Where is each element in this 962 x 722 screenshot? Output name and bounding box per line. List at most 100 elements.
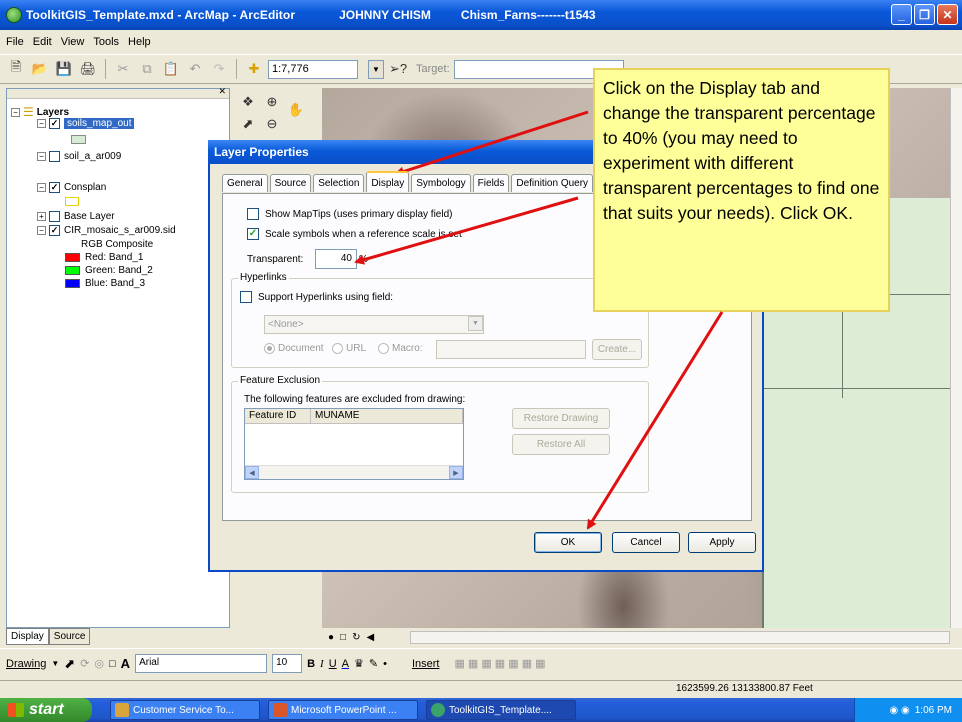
select-pointer-icon[interactable]: ⬈ [238,114,258,134]
tab-definition-query[interactable]: Definition Query [511,174,594,192]
zoom-out-icon[interactable]: ⊖ [262,114,282,134]
minimize-button[interactable]: _ [891,4,912,25]
whats-this-help-icon[interactable]: ➢? [388,59,408,79]
menu-help[interactable]: Help [128,36,151,48]
task-arcmap[interactable]: ToolkitGIS_Template.... [426,700,576,720]
scale-symbols-checkbox[interactable]: ✓ Scale symbols when a reference scale is… [247,228,462,240]
ok-button[interactable]: OK [534,532,602,553]
tab-source[interactable]: Source [269,174,312,192]
title-bar: ToolkitGIS_Template.mxd - ArcMap - ArcEd… [0,0,962,30]
arcmap-icon [431,703,445,717]
tab-display[interactable]: Display [366,171,410,192]
macro-input[interactable] [436,340,586,359]
data-view-icon[interactable]: ● [328,632,334,643]
toc-layer-soil-a[interactable]: − soil_a_ar009 [37,151,121,162]
show-maptips-checkbox[interactable]: Show MapTips (uses primary display field… [247,208,452,220]
transparent-unit: % [359,254,368,265]
menu-tools[interactable]: Tools [93,36,119,48]
marker-color-icon[interactable]: • [383,658,387,670]
map-horizontal-scrollbar[interactable] [410,631,950,644]
toc-layer-soils-map-out[interactable]: − ✓ soils_map_out [37,118,135,129]
pan-icon[interactable]: ✋ [286,100,306,120]
create-button[interactable]: Create... [592,339,642,360]
powerpoint-icon [273,703,287,717]
select-elements-icon[interactable]: ⬈ [64,656,75,672]
tab-selection[interactable]: Selection [313,174,365,192]
hyperlink-field-dropdown-icon[interactable]: ▼ [468,316,483,331]
hyperlink-field-select[interactable]: <None> [264,315,484,334]
radio-document[interactable]: Document [264,343,324,354]
font-select[interactable]: Arial [135,654,268,673]
toc-tab-source[interactable]: Source [48,628,91,645]
font-color-icon[interactable]: A [342,658,349,670]
start-button[interactable]: start [0,698,92,722]
map-vertical-scrollbar[interactable] [950,88,962,628]
font-size-select[interactable]: 10 [272,654,303,673]
toc-layer-cir-mosaic[interactable]: − ✓ CIR_mosaic_s_ar009.sid [37,225,176,236]
rotate-icon[interactable]: ⟳ [80,657,89,670]
menu-edit[interactable]: Edit [33,36,52,48]
rectangle-icon[interactable]: □ [109,658,116,670]
apply-button[interactable]: Apply [688,532,756,553]
toc-layer-base-layer[interactable]: + Base Layer [37,211,115,222]
save-icon[interactable]: 💾 [54,59,74,79]
italic-icon[interactable]: I [320,658,324,670]
map-tools-icon[interactable]: ▦ ▦ ▦ ▦ ▦ ▦ ▦ [454,657,545,670]
layout-view-icon[interactable]: □ [340,632,346,643]
col-muname[interactable]: MUNAME [311,409,463,423]
drawing-menu[interactable]: Drawing [6,658,46,670]
close-button[interactable]: ✕ [937,4,958,25]
scale-dropdown-icon[interactable]: ▼ [368,59,384,79]
bold-icon[interactable]: B [307,658,315,670]
toc-close-icon[interactable]: ✕ [218,86,226,97]
menu-file[interactable]: File [6,36,24,48]
support-hyperlinks-checkbox[interactable]: Support Hyperlinks using field: [240,291,393,303]
transparent-input[interactable]: 40 [315,249,357,269]
add-data-icon[interactable]: ✚ [244,59,264,79]
tray-icons[interactable]: ◉ ◉ [890,705,910,716]
scroll-right-arrow-icon[interactable]: ▶ [449,466,463,479]
col-feature-id[interactable]: Feature ID [245,409,311,423]
tab-symbology[interactable]: Symbology [411,174,471,192]
exclusion-text: The following features are excluded from… [244,394,466,405]
redo-icon[interactable]: ↷ [209,59,229,79]
new-document-icon[interactable]: 🗎 [6,59,26,79]
cut-icon[interactable]: ✂ [113,59,133,79]
new-text-icon[interactable]: A [121,656,130,671]
print-icon[interactable]: 🖨 [78,59,98,79]
tab-fields[interactable]: Fields [472,174,510,192]
scroll-left-icon[interactable]: ◀ [366,632,374,643]
fill-color-icon[interactable]: ♛ [354,657,364,670]
insert-menu[interactable]: Insert [412,658,440,670]
open-folder-icon[interactable]: 📂 [30,59,50,79]
underline-icon[interactable]: U [329,658,337,670]
tab-general[interactable]: General [222,174,268,192]
refresh-icon[interactable]: ↻ [352,632,360,643]
copy-icon[interactable]: ⧉ [137,59,157,79]
toc-layer-consplan[interactable]: − ✓ Consplan [37,182,106,193]
task-customer-service[interactable]: Customer Service To... [110,700,260,720]
identify-icon[interactable]: ❖ [238,92,258,112]
restore-button[interactable]: ❐ [914,4,935,25]
task-powerpoint[interactable]: Microsoft PowerPoint ... [268,700,418,720]
radio-macro[interactable]: Macro: [378,343,423,354]
undo-icon[interactable]: ↶ [185,59,205,79]
excluded-features-list[interactable]: Feature ID MUNAME ◀ ▶ [244,408,464,480]
menu-view[interactable]: View [61,36,85,48]
table-of-contents: ✕ − ☰ Layers − ✓ soils_map_out − soil_a_ar009… [6,86,230,628]
dialog-tabs: General Source Selection Display Symbolo… [222,171,594,192]
map-scale-input[interactable]: 1:7,776 [268,59,358,79]
cancel-button[interactable]: Cancel [612,532,680,553]
list-horizontal-scrollbar[interactable]: ◀ ▶ [245,465,463,479]
radio-url[interactable]: URL [332,343,366,354]
restore-drawing-button[interactable]: Restore Drawing [512,408,610,429]
paste-icon[interactable]: 📋 [161,59,181,79]
zoom-whole-page-icon[interactable]: ◎ [94,657,104,670]
scroll-left-arrow-icon[interactable]: ◀ [245,466,259,479]
zoom-in-icon[interactable]: ⊕ [262,92,282,112]
line-color-icon[interactable]: ✎ [369,657,378,670]
toc-layers-root[interactable]: − ☰ Layers [11,105,69,119]
drawing-dropdown-icon[interactable]: ▼ [51,659,59,668]
restore-all-button[interactable]: Restore All [512,434,610,455]
toc-tab-display[interactable]: Display [6,628,49,645]
